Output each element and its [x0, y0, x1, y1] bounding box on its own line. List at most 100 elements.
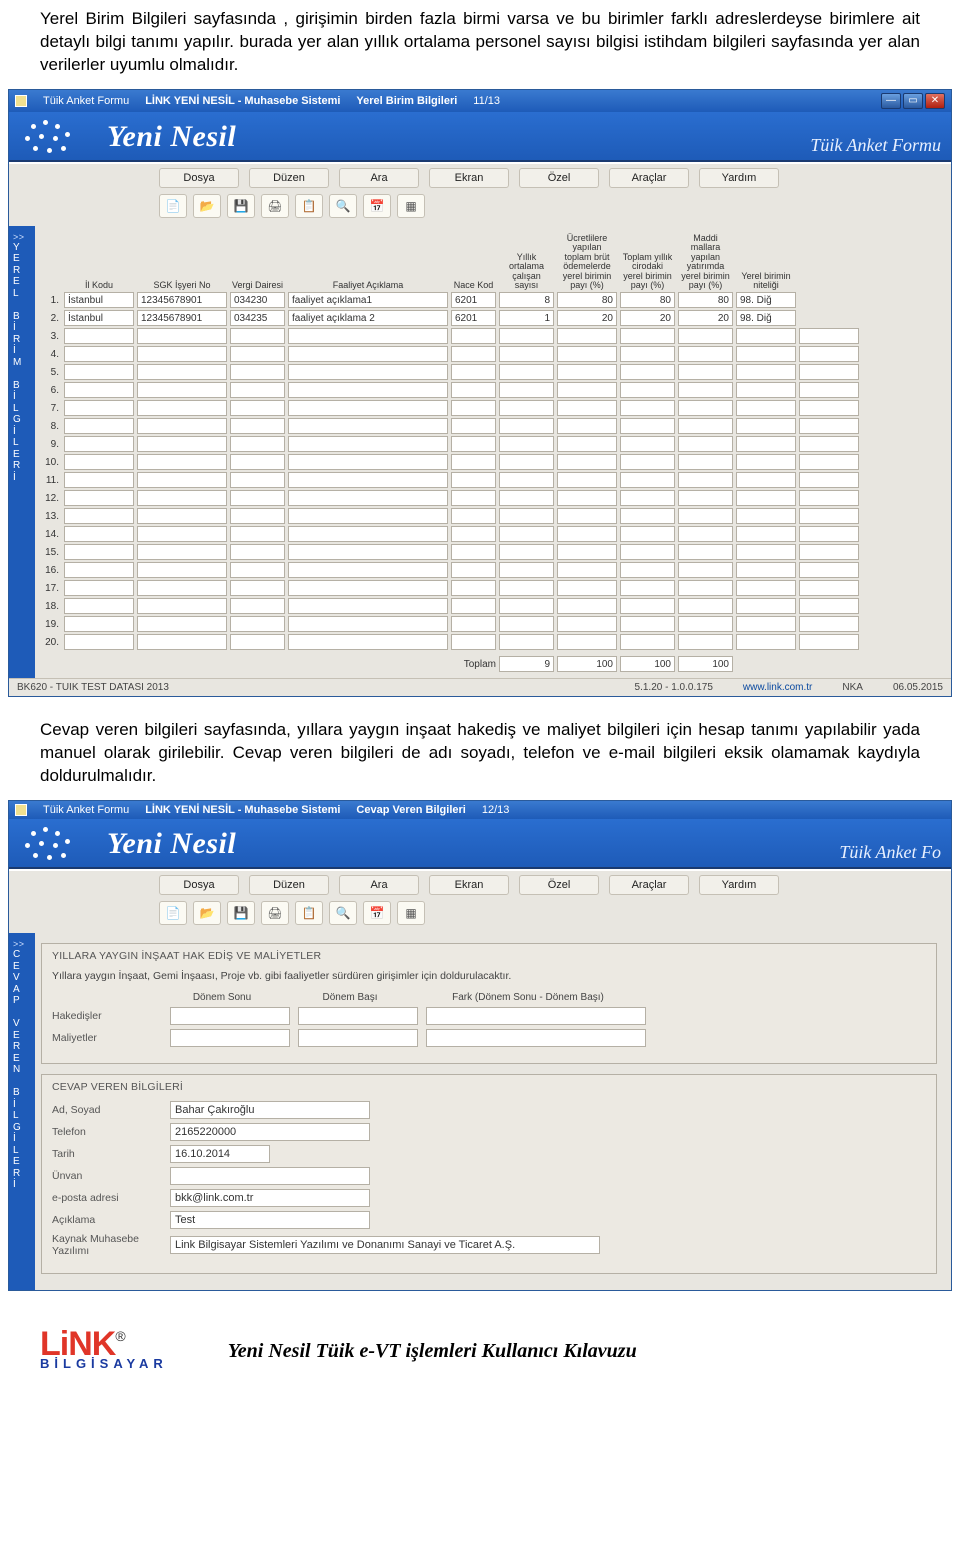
empty-cell[interactable]: [137, 490, 227, 506]
cell-p1[interactable]: 20: [557, 310, 617, 326]
empty-cell[interactable]: [678, 436, 733, 452]
empty-cell[interactable]: [678, 418, 733, 434]
empty-cell[interactable]: [678, 490, 733, 506]
empty-cell[interactable]: [230, 346, 285, 362]
empty-cell[interactable]: [557, 544, 617, 560]
empty-cell[interactable]: [678, 544, 733, 560]
empty-cell[interactable]: [620, 598, 675, 614]
status-url[interactable]: www.link.com.tr: [743, 682, 812, 693]
input-unvan[interactable]: [170, 1167, 370, 1185]
input-kaynak[interactable]: Link Bilgisayar Sistemleri Yazılımı ve D…: [170, 1236, 600, 1254]
empty-cell[interactable]: [799, 562, 859, 578]
empty-cell[interactable]: [620, 616, 675, 632]
empty-cell[interactable]: [736, 508, 796, 524]
input-tarih[interactable]: 16.10.2014: [170, 1145, 270, 1163]
tool-calendar-icon[interactable]: 📅: [363, 194, 391, 218]
cell-faal[interactable]: faaliyet açıklama1: [288, 292, 448, 308]
cell-p2[interactable]: 20: [620, 310, 675, 326]
empty-cell[interactable]: [64, 436, 134, 452]
empty-cell[interactable]: [799, 382, 859, 398]
empty-cell[interactable]: [137, 562, 227, 578]
empty-cell[interactable]: [230, 490, 285, 506]
empty-cell[interactable]: [288, 418, 448, 434]
cell-nit[interactable]: 98. Diğ: [736, 310, 796, 326]
empty-cell[interactable]: [736, 454, 796, 470]
empty-cell[interactable]: [736, 562, 796, 578]
empty-cell[interactable]: [620, 364, 675, 380]
empty-cell[interactable]: [678, 346, 733, 362]
cell-faal[interactable]: faaliyet açıklama 2: [288, 310, 448, 326]
empty-cell[interactable]: [288, 436, 448, 452]
empty-cell[interactable]: [499, 508, 554, 524]
cell-nit[interactable]: 98. Diğ: [736, 292, 796, 308]
empty-cell[interactable]: [64, 580, 134, 596]
minimize-button[interactable]: —: [881, 93, 901, 109]
empty-cell[interactable]: [288, 598, 448, 614]
cell-p2[interactable]: 80: [620, 292, 675, 308]
close-button[interactable]: ✕: [925, 93, 945, 109]
empty-cell[interactable]: [451, 490, 496, 506]
tool-new-icon[interactable]: 📄: [159, 901, 187, 925]
tool-grid-icon[interactable]: ▦: [397, 901, 425, 925]
empty-cell[interactable]: [499, 598, 554, 614]
empty-cell[interactable]: [678, 616, 733, 632]
input-ad[interactable]: Bahar Çakıroğlu: [170, 1101, 370, 1119]
empty-cell[interactable]: [288, 490, 448, 506]
empty-cell[interactable]: [288, 616, 448, 632]
input-aciklama[interactable]: Test: [170, 1211, 370, 1229]
empty-cell[interactable]: [557, 580, 617, 596]
empty-cell[interactable]: [137, 346, 227, 362]
menu-duzen[interactable]: Düzen: [249, 168, 329, 188]
empty-cell[interactable]: [137, 328, 227, 344]
cell-sgk[interactable]: 12345678901: [137, 292, 227, 308]
empty-cell[interactable]: [64, 598, 134, 614]
empty-cell[interactable]: [64, 490, 134, 506]
empty-cell[interactable]: [451, 328, 496, 344]
input-hakedis-sonu[interactable]: [170, 1007, 290, 1025]
empty-cell[interactable]: [230, 634, 285, 650]
tool-new-icon[interactable]: 📄: [159, 194, 187, 218]
empty-cell[interactable]: [499, 436, 554, 452]
empty-cell[interactable]: [557, 328, 617, 344]
empty-cell[interactable]: [678, 472, 733, 488]
input-maliyet-sonu[interactable]: [170, 1029, 290, 1047]
empty-cell[interactable]: [288, 328, 448, 344]
empty-cell[interactable]: [678, 382, 733, 398]
empty-cell[interactable]: [64, 382, 134, 398]
empty-cell[interactable]: [799, 418, 859, 434]
cell-vd[interactable]: 034230: [230, 292, 285, 308]
tool-open-icon[interactable]: 📂: [193, 194, 221, 218]
empty-cell[interactable]: [137, 598, 227, 614]
empty-cell[interactable]: [678, 562, 733, 578]
empty-cell[interactable]: [499, 328, 554, 344]
cell-il[interactable]: İstanbul: [64, 292, 134, 308]
empty-cell[interactable]: [499, 562, 554, 578]
sidebar-toggle-icon[interactable]: >>: [13, 232, 35, 242]
empty-cell[interactable]: [137, 526, 227, 542]
empty-cell[interactable]: [230, 454, 285, 470]
menu-ozel[interactable]: Özel: [519, 168, 599, 188]
menu-yardim[interactable]: Yardım: [699, 168, 779, 188]
input-hakedis-basi[interactable]: [298, 1007, 418, 1025]
empty-cell[interactable]: [557, 382, 617, 398]
empty-cell[interactable]: [799, 490, 859, 506]
empty-cell[interactable]: [678, 400, 733, 416]
empty-cell[interactable]: [137, 634, 227, 650]
empty-cell[interactable]: [499, 382, 554, 398]
empty-cell[interactable]: [451, 580, 496, 596]
cell-sgk[interactable]: 12345678901: [137, 310, 227, 326]
empty-cell[interactable]: [451, 436, 496, 452]
empty-cell[interactable]: [451, 544, 496, 560]
empty-cell[interactable]: [557, 436, 617, 452]
empty-cell[interactable]: [451, 346, 496, 362]
empty-cell[interactable]: [557, 490, 617, 506]
cell-p3[interactable]: 80: [678, 292, 733, 308]
cell-cal[interactable]: 1: [499, 310, 554, 326]
empty-cell[interactable]: [499, 490, 554, 506]
empty-cell[interactable]: [736, 400, 796, 416]
empty-cell[interactable]: [799, 472, 859, 488]
empty-cell[interactable]: [230, 544, 285, 560]
empty-cell[interactable]: [230, 562, 285, 578]
cell-p1[interactable]: 80: [557, 292, 617, 308]
empty-cell[interactable]: [288, 364, 448, 380]
